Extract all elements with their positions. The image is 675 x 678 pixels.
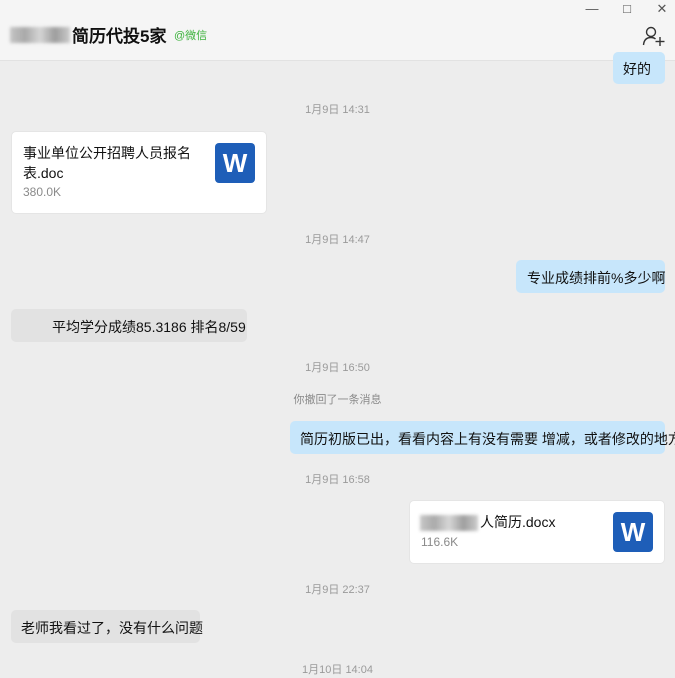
timestamp: 1月9日 16:58 <box>305 474 370 486</box>
file-size: 116.6K <box>421 535 459 549</box>
message-text: 老师我看过了，没有什么问题 <box>21 620 203 636</box>
message-text: 平均学分成绩85.3186 排名8/59 <box>52 319 246 335</box>
chat-header: 简历代投5家 @微信 — □ ✕ <box>0 0 675 61</box>
minimize-icon[interactable]: — <box>580 0 604 18</box>
message-bubble-incoming[interactable]: 平均学分成绩85.3186 排名8/59 <box>11 309 247 342</box>
file-message-outgoing[interactable]: 人简历.docx 116.6K W <box>409 500 665 564</box>
timestamp: 1月9日 14:31 <box>305 104 370 116</box>
timestamp: 1月9日 22:37 <box>305 584 370 596</box>
close-icon[interactable]: ✕ <box>650 0 674 18</box>
word-document-icon: W <box>215 143 255 183</box>
wechat-source-tag: @微信 <box>174 30 208 42</box>
file-name: 人简历.docx <box>480 514 556 530</box>
message-bubble-outgoing[interactable]: 专业成绩排前%多少啊 <box>516 260 665 293</box>
add-user-icon[interactable] <box>642 25 666 47</box>
message-text: 专业成绩排前%多少啊 <box>527 270 666 286</box>
file-size: 380.0K <box>23 185 62 199</box>
message-bubble-outgoing[interactable]: 简历初版已出，看看内容上有没有需要 增减，或者修改的地方 <box>290 421 675 454</box>
recall-notice: 你撤回了一条消息 <box>293 394 382 406</box>
maximize-icon[interactable]: □ <box>615 0 639 18</box>
message-text: 简历初版已出，看看内容上有没有需要 增减，或者修改的地方 <box>300 431 675 447</box>
timestamp: 1月9日 14:47 <box>305 234 370 246</box>
message-bubble-incoming[interactable]: 老师我看过了，没有什么问题 <box>11 610 203 643</box>
blurred-contact-name <box>10 27 70 43</box>
file-name-line2: 表.doc <box>23 165 64 181</box>
chat-title[interactable]: 简历代投5家 <box>72 22 166 47</box>
file-message-incoming[interactable]: 事业单位公开招聘人员报名 表.doc 380.0K W <box>11 131 267 214</box>
file-name-line1: 事业单位公开招聘人员报名 <box>23 145 191 161</box>
word-document-icon: W <box>613 512 653 552</box>
timestamp: 1月9日 16:50 <box>305 362 370 374</box>
message-bubble-outgoing[interactable]: 好的 <box>613 52 665 84</box>
message-text: 好的 <box>623 61 651 77</box>
timestamp: 1月10日 14:04 <box>302 664 373 676</box>
blurred-file-name-prefix <box>420 515 478 531</box>
